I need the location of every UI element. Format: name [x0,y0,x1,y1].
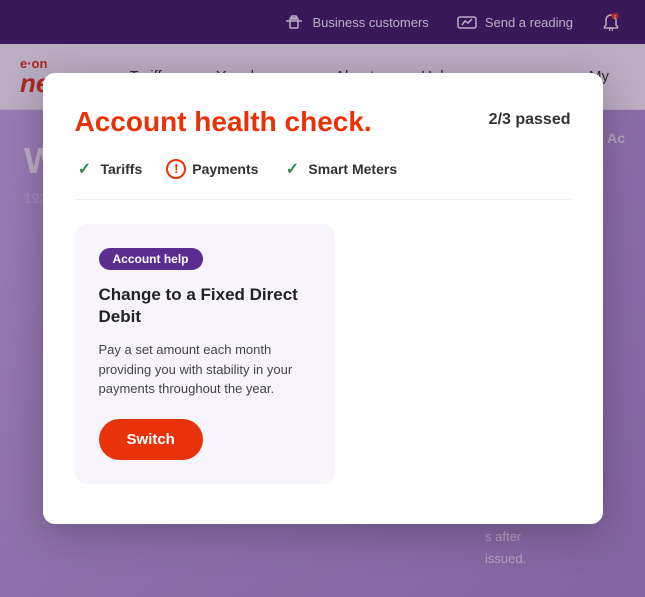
modal-header: Account health check. 2/3 passed [75,105,571,139]
check-pass-icon: ✓ [282,159,302,179]
check-payments-label: Payments [192,161,258,177]
check-warn-icon: ! [166,159,186,179]
card-badge: Account help [99,248,203,270]
modal-checks-row: ✓ Tariffs ! Payments ✓ Smart Meters [75,159,571,200]
account-help-card: Account help Change to a Fixed Direct De… [75,224,335,484]
check-smart-meters: ✓ Smart Meters [282,159,397,179]
switch-button[interactable]: Switch [99,419,203,460]
check-smart-meters-label: Smart Meters [308,161,397,177]
card-body: Pay a set amount each month providing yo… [99,340,311,399]
account-health-modal: Account health check. 2/3 passed ✓ Tarif… [43,73,603,523]
check-tariffs: ✓ Tariffs [75,159,143,179]
check-payments: ! Payments [166,159,258,179]
card-title: Change to a Fixed Direct Debit [99,284,311,328]
modal-passed: 2/3 passed [489,105,571,129]
check-tariffs-label: Tariffs [101,161,143,177]
modal-overlay: Account health check. 2/3 passed ✓ Tarif… [0,0,645,597]
modal-title: Account health check. [75,105,372,139]
check-pass-icon: ✓ [75,159,95,179]
